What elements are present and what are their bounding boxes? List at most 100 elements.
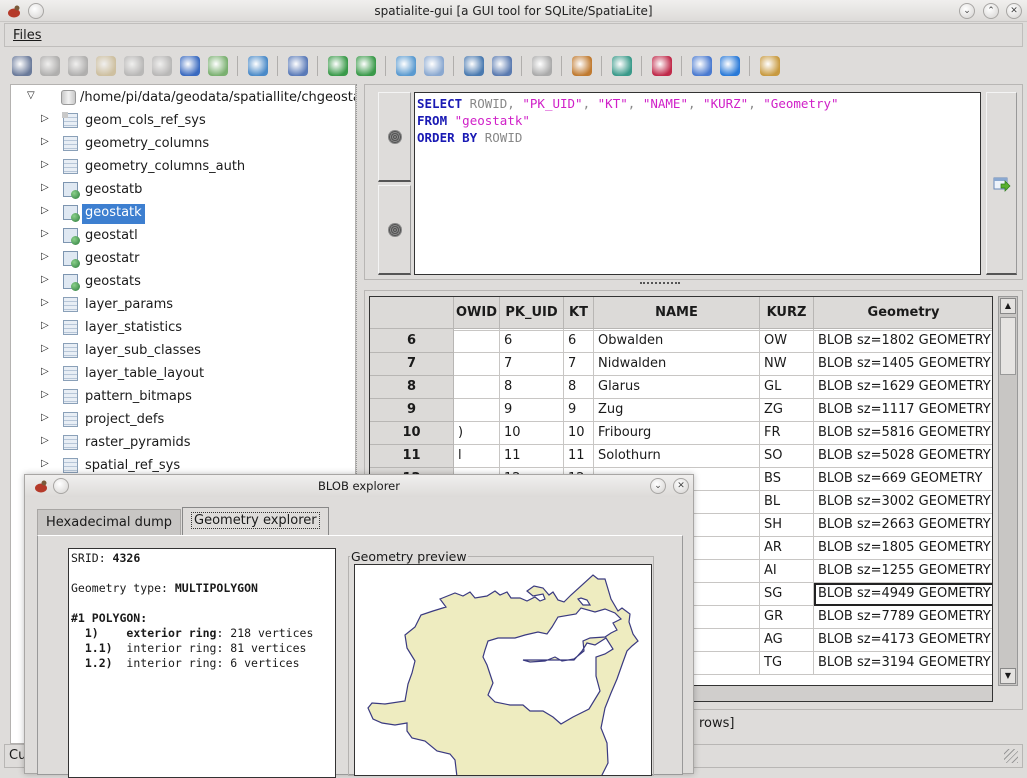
expand-arrow-icon[interactable]: ▷ [41, 113, 49, 124]
tree-item[interactable]: ▷ geometry_columns [11, 133, 355, 155]
grid-cell[interactable]: BLOB sz=5816 GEOMETRY [814, 422, 992, 445]
column-header[interactable]: KURZ [760, 297, 814, 329]
column-header[interactable]: OWID [454, 297, 500, 329]
grid-cell[interactable]: l [454, 445, 500, 468]
expand-arrow-icon[interactable]: ▷ [41, 205, 49, 216]
grid-cell[interactable]: 8 [500, 376, 564, 399]
charset-icon[interactable] [652, 56, 672, 76]
tab-hexadecimal-dump[interactable]: Hexadecimal dump [37, 509, 181, 535]
grid-cell[interactable]: BLOB sz=3194 GEOMETRY [814, 652, 992, 675]
menu-files[interactable]: Files [13, 28, 42, 43]
geometry-info-text[interactable]: SRID: 4326 Geometry type: MULTIPOLYGON #… [68, 548, 336, 778]
tree-item[interactable]: ▷ geostatr [11, 248, 355, 270]
column-header[interactable]: Geometry [814, 297, 992, 329]
grid-cell[interactable]: SO [760, 445, 814, 468]
grid-cell[interactable]: BLOB sz=1117 GEOMETRY [814, 399, 992, 422]
grid-cell[interactable]: 7 [564, 353, 594, 376]
grid-cell[interactable]: Zug [594, 399, 760, 422]
scroll-down-arrow-icon[interactable]: ▼ [1000, 668, 1016, 684]
execute-sql-button[interactable] [986, 92, 1017, 275]
column-header[interactable]: PK_UID [500, 297, 564, 329]
grid-cell[interactable]: BL [760, 491, 814, 514]
expand-arrow-icon[interactable]: ▷ [41, 251, 49, 262]
table-row[interactable]: 8 8 8 Glarus GL BLOB sz=1629 GEOMETRY [370, 376, 992, 399]
grid-cell[interactable] [454, 330, 500, 353]
sql-editor[interactable]: SELECT ROWID, "PK_UID", "KT", "NAME", "K… [414, 92, 981, 275]
export-txt-icon[interactable] [424, 56, 444, 76]
grid-cell[interactable]: 8 [564, 376, 594, 399]
tree-item[interactable]: ▷ layer_sub_classes [11, 340, 355, 362]
tree-item[interactable]: ▷ geostats [11, 271, 355, 293]
execute-script-icon[interactable] [248, 56, 268, 76]
table-row[interactable]: 7 7 7 Nidwalden NW BLOB sz=1405 GEOMETRY [370, 353, 992, 376]
tree-item[interactable]: ▷ geostatk [11, 202, 355, 224]
grid-cell[interactable]: Solothurn [594, 445, 760, 468]
disconnect-db-icon[interactable] [68, 56, 88, 76]
grid-cell[interactable]: GL [760, 376, 814, 399]
expand-arrow-icon[interactable]: ▷ [41, 412, 49, 423]
grid-cell[interactable]: 6 [500, 330, 564, 353]
grid-cell[interactable]: BLOB sz=4949 GEOMETRY [814, 583, 992, 606]
scroll-up-arrow-icon[interactable]: ▲ [1000, 298, 1016, 314]
grid-cell[interactable]: BS [760, 468, 814, 491]
horizontal-splitter[interactable] [640, 282, 680, 286]
table-row[interactable]: 11 l 11 11 Solothurn SO BLOB sz=5028 GEOMETRY [370, 445, 992, 468]
row-number[interactable]: 11 [370, 445, 454, 468]
grid-cell[interactable]: 11 [564, 445, 594, 468]
expand-arrow-icon[interactable]: ▷ [41, 297, 49, 308]
expand-arrow-icon[interactable]: ▷ [41, 274, 49, 285]
load-memory-db-icon[interactable] [124, 56, 144, 76]
grid-cell[interactable]: GR [760, 606, 814, 629]
minimize-button[interactable]: ⌄ [959, 3, 975, 19]
create-db-icon[interactable] [40, 56, 60, 76]
grid-cell[interactable]: 10 [500, 422, 564, 445]
grid-cell[interactable]: BLOB sz=1802 GEOMETRY [814, 330, 992, 353]
tree-item[interactable]: ▷ geometry_columns_auth [11, 156, 355, 178]
load-dbf-icon[interactable] [464, 56, 484, 76]
refresh-icon[interactable] [208, 56, 228, 76]
grid-cell[interactable]: Obwalden [594, 330, 760, 353]
grid-cell[interactable]: BLOB sz=5028 GEOMETRY [814, 445, 992, 468]
grid-cell[interactable]: BLOB sz=4173 GEOMETRY [814, 629, 992, 652]
grid-cell[interactable]: NW [760, 353, 814, 376]
table-row[interactable]: 6 6 6 Obwalden OW BLOB sz=1802 GEOMETRY [370, 330, 992, 353]
grid-cell[interactable]: TG [760, 652, 814, 675]
tree-item[interactable]: ▷ geostatl [11, 225, 355, 247]
tree-item[interactable]: ▷ layer_statistics [11, 317, 355, 339]
expand-arrow-icon[interactable]: ▷ [41, 458, 49, 469]
sql-edit-icon[interactable] [288, 56, 308, 76]
grid-cell[interactable]: SH [760, 514, 814, 537]
grid-cell[interactable]: FR [760, 422, 814, 445]
tree-item[interactable]: ▷ raster_pyramids [11, 432, 355, 454]
load-shp-icon[interactable] [328, 56, 348, 76]
tree-item[interactable]: ▷ layer_table_layout [11, 363, 355, 385]
grid-cell[interactable]: Fribourg [594, 422, 760, 445]
row-number[interactable]: 6 [370, 330, 454, 353]
column-header[interactable] [370, 297, 454, 329]
export-shp-icon[interactable] [356, 56, 376, 76]
grid-vertical-scrollbar[interactable]: ▲ ▼ [998, 296, 1018, 686]
tree-item[interactable]: ▷ layer_params [11, 294, 355, 316]
row-number[interactable]: 10 [370, 422, 454, 445]
raster-icon[interactable] [572, 56, 592, 76]
memory-db-icon[interactable] [96, 56, 116, 76]
about-icon[interactable] [720, 56, 740, 76]
expand-arrow-icon[interactable]: ▷ [41, 389, 49, 400]
tree-item[interactable]: ▷ pattern_bitmaps [11, 386, 355, 408]
grid-cell[interactable]: 7 [500, 353, 564, 376]
exit-icon[interactable] [760, 56, 780, 76]
grid-cell[interactable]: AG [760, 629, 814, 652]
load-txt-icon[interactable] [396, 56, 416, 76]
column-header[interactable]: KT [564, 297, 594, 329]
grid-cell[interactable] [454, 353, 500, 376]
connect-db-icon[interactable] [12, 56, 32, 76]
grid-cell[interactable]: 9 [564, 399, 594, 422]
grid-cell[interactable]: AI [760, 560, 814, 583]
grid-cell[interactable]: BLOB sz=1255 GEOMETRY [814, 560, 992, 583]
expand-arrow-icon[interactable]: ▷ [41, 343, 49, 354]
column-header[interactable]: NAME [594, 297, 760, 329]
close-button[interactable]: ✕ [1006, 3, 1022, 19]
grid-cell[interactable]: ZG [760, 399, 814, 422]
grid-cell[interactable] [454, 399, 500, 422]
row-number[interactable]: 7 [370, 353, 454, 376]
